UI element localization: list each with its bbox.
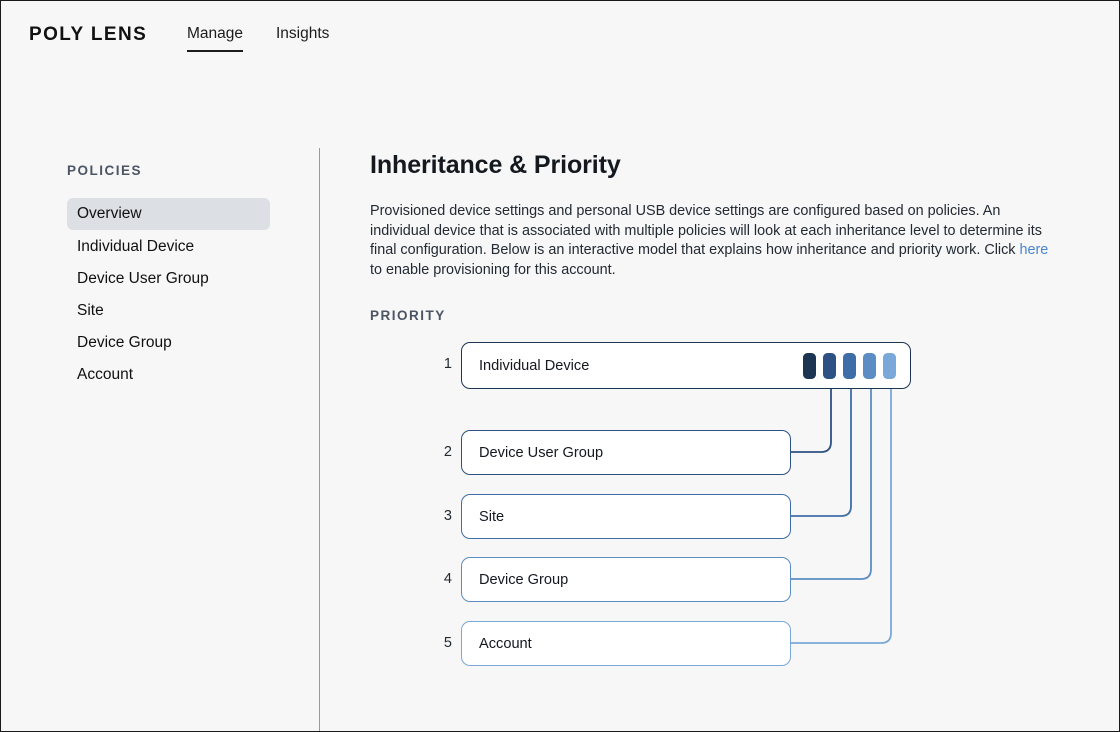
segment-site (843, 353, 856, 379)
priority-section-label: PRIORITY (370, 308, 446, 323)
rank-number-3: 3 (430, 508, 452, 524)
rank-number-5: 5 (430, 635, 452, 651)
intro-paragraph: Provisioned device settings and personal… (370, 202, 1053, 280)
policy-box-device-group[interactable]: Device Group (461, 557, 791, 602)
sidebar-item-device-user-group[interactable]: Device User Group (67, 263, 270, 295)
top-header: POLY LENS Manage Insights (1, 1, 1119, 69)
enable-provisioning-link[interactable]: here (1020, 242, 1049, 258)
connector-line-5 (791, 382, 891, 643)
connector-line-2 (791, 382, 831, 452)
sidebar-item-account[interactable]: Account (67, 359, 270, 391)
main-content: Inheritance & Priority Provisioned devic… (370, 151, 1070, 280)
segment-device-user-group (823, 353, 836, 379)
rank-number-2: 2 (430, 444, 452, 460)
brand-logo: POLY LENS (29, 24, 147, 46)
rank-number-4: 4 (430, 571, 452, 587)
policy-box-label-1: Individual Device (479, 358, 589, 374)
connector-line-3 (791, 382, 851, 516)
segment-individual-device (803, 353, 816, 379)
sidebar-item-site[interactable]: Site (67, 295, 270, 327)
page-title: Inheritance & Priority (370, 151, 1070, 180)
content-divider (319, 148, 320, 732)
app-window: POLY LENS Manage Insights POLICIES Overv… (0, 0, 1120, 732)
tab-manage[interactable]: Manage (187, 25, 243, 52)
intro-text-before: Provisioned device settings and personal… (370, 203, 1042, 258)
tab-insights[interactable]: Insights (276, 25, 329, 50)
policy-box-label-5: Account (479, 636, 532, 652)
intro-text-after: to enable provisioning for this account. (370, 262, 616, 278)
sidebar-section-label: POLICIES (67, 163, 142, 178)
sidebar-item-individual-device[interactable]: Individual Device (67, 231, 270, 263)
policy-box-label-3: Site (479, 509, 504, 525)
segment-device-group (863, 353, 876, 379)
policy-box-individual-device[interactable]: Individual Device (461, 342, 911, 389)
segment-account (883, 353, 896, 379)
policy-box-account[interactable]: Account (461, 621, 791, 666)
policy-box-device-user-group[interactable]: Device User Group (461, 430, 791, 475)
sidebar-item-overview[interactable]: Overview (67, 198, 270, 230)
sidebar-item-device-group[interactable]: Device Group (67, 327, 270, 359)
priority-diagram: 1 2 3 4 5 Individual Device Device User … (370, 334, 930, 674)
policy-box-label-2: Device User Group (479, 445, 603, 461)
rank-number-1: 1 (430, 356, 452, 372)
policy-box-label-4: Device Group (479, 572, 568, 588)
policy-box-site[interactable]: Site (461, 494, 791, 539)
